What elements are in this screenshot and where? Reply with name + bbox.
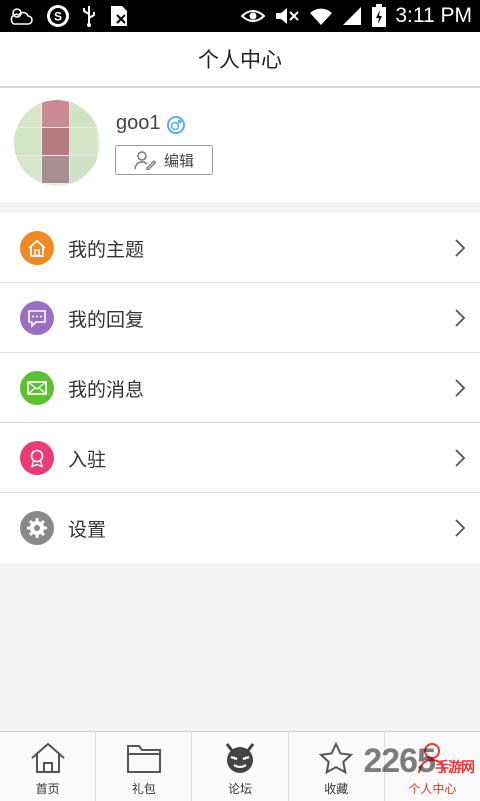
menu-item-my-replies[interactable]: 我的回复	[0, 283, 480, 353]
tab-label: 论坛	[228, 782, 253, 796]
chat-icon	[20, 301, 54, 335]
svg-text:S: S	[54, 10, 62, 24]
tab-gift[interactable]: 礼包	[96, 732, 193, 801]
gear-icon	[20, 511, 54, 545]
tab-label: 个人中心	[408, 782, 457, 796]
badge-icon	[20, 441, 54, 475]
status-time: 3:11 PM	[395, 4, 472, 27]
tab-label: 收藏	[324, 782, 349, 796]
username: goo1	[116, 112, 161, 134]
male-icon	[167, 116, 185, 134]
menu-item-label: 我的回复	[68, 309, 145, 331]
chevron-right-icon	[455, 519, 466, 537]
edit-profile-button[interactable]: 编辑	[115, 145, 213, 175]
menu-item-label: 设置	[68, 519, 107, 541]
avatar[interactable]	[14, 100, 100, 186]
menu-list: 我的主题 我的回复 我的消息 入驻 设置	[0, 213, 480, 563]
menu-item-label: 我的消息	[68, 379, 145, 401]
battery-icon	[372, 4, 387, 27]
tab-home[interactable]: 首页	[0, 732, 97, 801]
signal-icon	[343, 7, 362, 25]
menu-item-label: 入驻	[68, 449, 107, 471]
tab-label: 首页	[35, 782, 60, 796]
no-sim-icon	[111, 6, 127, 26]
eye-icon	[241, 10, 266, 22]
menu-item-settle-in[interactable]: 入驻	[0, 423, 480, 493]
usb-icon	[83, 6, 95, 27]
profile-section: goo1 编辑	[0, 88, 480, 202]
wifi-icon	[310, 8, 333, 25]
site-watermark: 2265手游网	[363, 742, 475, 781]
devil-icon	[225, 743, 255, 773]
mail-icon	[20, 371, 54, 405]
title-bar: 个人中心	[0, 32, 480, 88]
menu-item-my-messages[interactable]: 我的消息	[0, 353, 480, 423]
watermark-suffix: 手游网	[435, 759, 475, 775]
menu-item-label: 我的主题	[68, 239, 145, 261]
status-bar: S 3:11 PM	[0, 0, 480, 32]
edit-user-icon	[134, 151, 156, 170]
tab-label: 礼包	[131, 782, 156, 796]
tab-forum[interactable]: 论坛	[192, 732, 289, 801]
menu-item-settings[interactable]: 设置	[0, 493, 480, 563]
weather-icon	[10, 8, 33, 25]
edit-button-label: 编辑	[163, 151, 194, 170]
chevron-right-icon	[455, 239, 466, 257]
star-icon	[318, 742, 354, 774]
menu-item-my-topics[interactable]: 我的主题	[0, 213, 480, 283]
watermark-text: 2265	[363, 742, 436, 780]
page-title: 个人中心	[198, 48, 282, 72]
s-app-icon: S	[47, 5, 69, 27]
home-icon	[20, 231, 54, 265]
home-outline-icon	[30, 742, 65, 773]
chevron-right-icon	[455, 449, 466, 467]
folder-icon	[126, 745, 161, 773]
chevron-right-icon	[455, 379, 466, 397]
chevron-right-icon	[455, 309, 466, 327]
mute-icon	[276, 8, 300, 24]
